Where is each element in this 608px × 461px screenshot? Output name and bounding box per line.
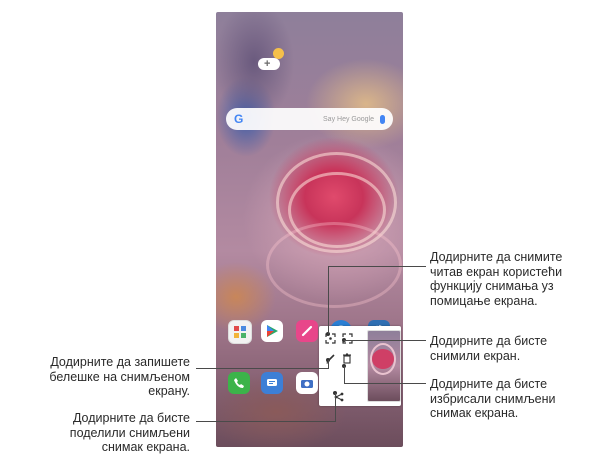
callout-line-text: функцију снимања уз — [430, 279, 554, 293]
wallpaper-stripe — [266, 222, 402, 308]
callout-line-text: снимак екрана. — [430, 406, 519, 420]
google-search-bar[interactable]: G Say Hey Google — [226, 108, 393, 130]
google-icon: G — [234, 112, 244, 126]
callout-line — [344, 340, 426, 341]
callout-write-note: Додирните да запишете белешке на снимљен… — [2, 355, 190, 399]
callout-line — [328, 266, 329, 334]
callout-line-text: екрану. — [148, 384, 190, 398]
camera-icon[interactable] — [296, 372, 318, 394]
callout-capture-screen: Додирните да бисте снимили екран. — [430, 334, 547, 363]
callout-line — [328, 360, 329, 369]
callout-line-text: избрисали снимљени — [430, 391, 556, 406]
search-placeholder: Say Hey Google — [323, 115, 374, 123]
callout-line — [335, 393, 336, 422]
callout-scroll-capture: Додирните да снимите читав екран користе… — [430, 250, 562, 308]
callout-line-text: снимак екрана. — [101, 440, 190, 454]
delete-icon[interactable] — [341, 352, 353, 364]
callout-delete: Додирните да бисте избрисали снимљени сн… — [430, 377, 556, 421]
mic-icon[interactable] — [380, 114, 385, 124]
callout-line-text: снимили екран. — [430, 348, 521, 363]
callout-line-text: белешке на снимљеном — [49, 369, 190, 384]
pen-icon[interactable] — [296, 320, 318, 342]
callout-line-text: Додирните да бисте — [72, 411, 190, 425]
plus-icon: + — [264, 58, 271, 70]
callout-share: Додирните да бисте поделили снимљени сни… — [2, 411, 190, 455]
callout-line-text: поделили снимљени — [69, 425, 190, 440]
callout-line-text: Додирните да запишете — [50, 355, 190, 369]
callout-line-text: Додирните да снимите — [430, 250, 563, 264]
messages-icon[interactable] — [261, 372, 283, 394]
callout-line-text: Додирните да бисте — [430, 334, 548, 348]
callout-line-text: читав екран користећи — [430, 264, 563, 279]
callout-line — [344, 366, 345, 383]
screenshot-toolbar — [319, 326, 401, 406]
callout-line — [196, 368, 328, 369]
callout-line — [328, 266, 426, 267]
callout-line — [344, 383, 426, 384]
phone-icon[interactable] — [228, 372, 250, 394]
phone-screen: + G Say Hey Google — [216, 12, 403, 447]
apps-folder-icon[interactable] — [228, 320, 252, 344]
callout-line-text: помицање екрана. — [430, 293, 538, 308]
weather-widget[interactable]: + — [258, 48, 284, 70]
play-store-icon[interactable] — [261, 320, 283, 342]
callout-line-text: Додирните да бисте — [430, 377, 548, 391]
callout-line — [196, 421, 335, 422]
